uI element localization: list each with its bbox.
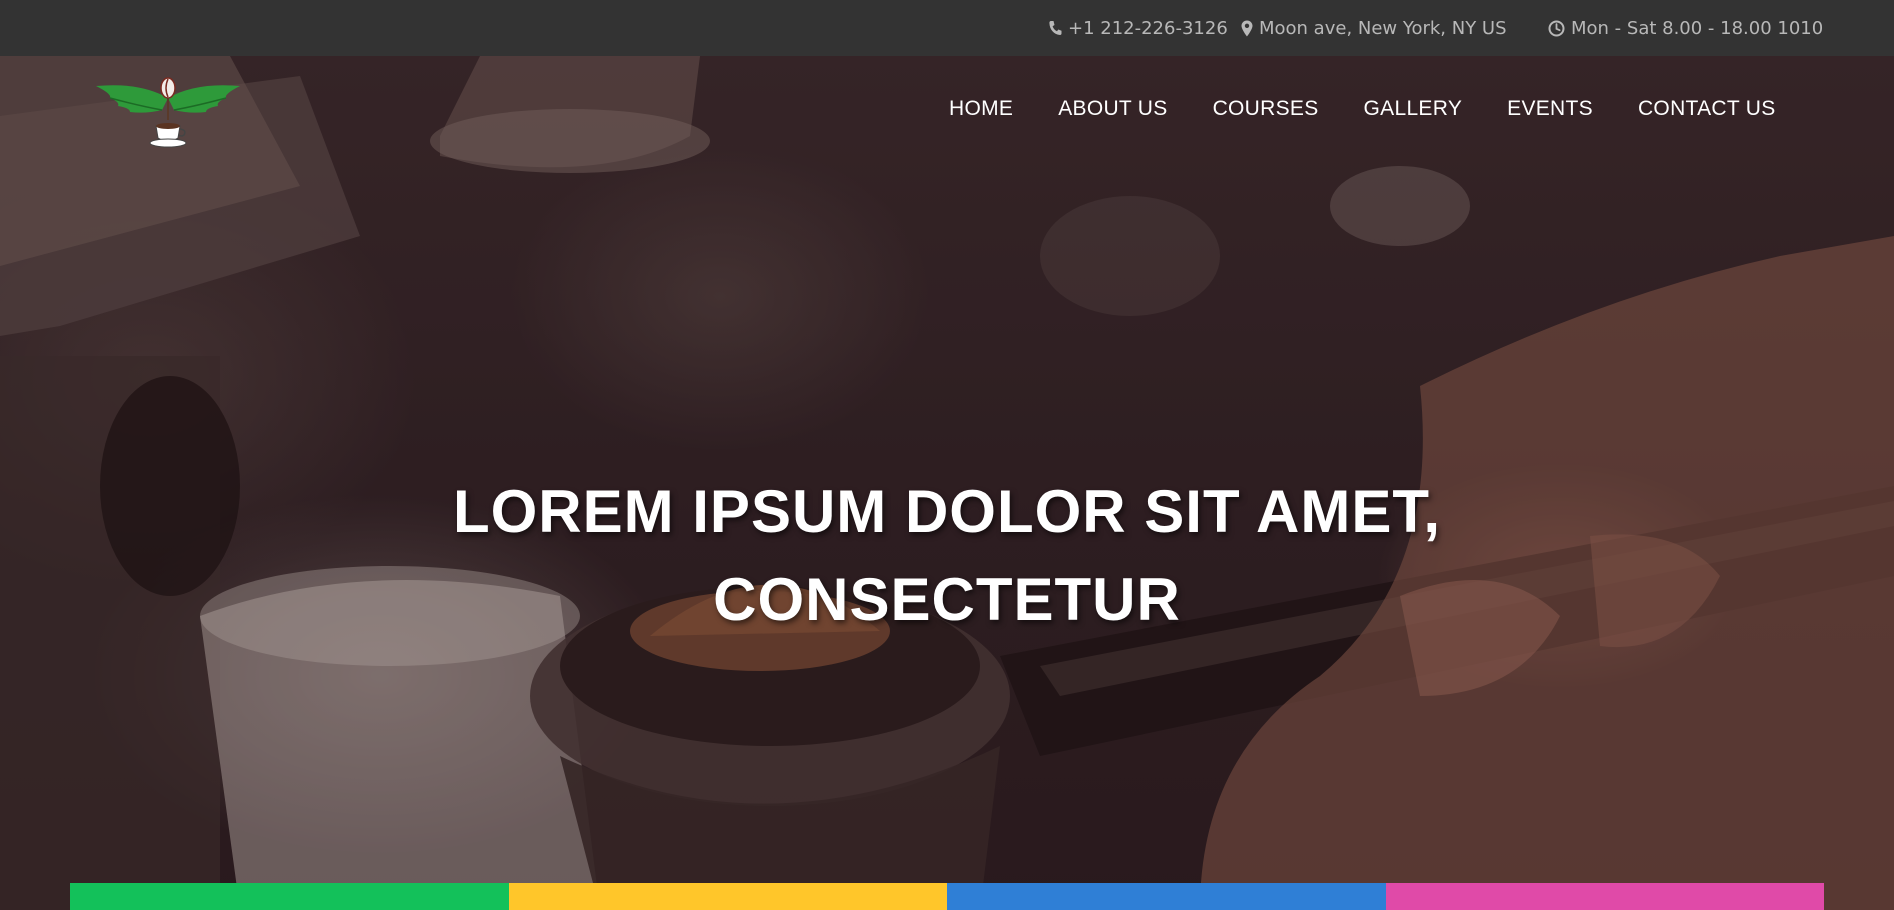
clock-icon: [1548, 20, 1565, 36]
nav-contact-us[interactable]: CONTACT US: [1638, 97, 1776, 121]
map-marker-icon: [1241, 20, 1253, 36]
strip-segment-yellow: [508, 883, 947, 910]
phone-text: +1 212-226-3126: [1068, 17, 1228, 39]
nav-courses[interactable]: COURSES: [1213, 97, 1319, 121]
phone-icon: [1049, 21, 1062, 35]
strip-segment-blue: [947, 883, 1386, 910]
main-nav: HOME ABOUT US COURSES GALLERY EVENTS CON…: [949, 92, 1776, 126]
hero-headline-line-1: LOREM IPSUM DOLOR SIT AMET,: [452, 478, 1442, 545]
address-info: Moon ave, New York, NY US: [1241, 0, 1507, 56]
address-text: Moon ave, New York, NY US: [1259, 17, 1507, 39]
nav-home[interactable]: HOME: [949, 97, 1013, 121]
nav-gallery[interactable]: GALLERY: [1364, 97, 1463, 121]
nav-about-us[interactable]: ABOUT US: [1058, 97, 1167, 121]
coffee-wings-logo-icon: [96, 77, 240, 148]
hero-headline-line-2: CONSECTETUR: [713, 566, 1181, 633]
strip-segment-green: [70, 883, 509, 910]
strip-segment-pink: [1385, 883, 1824, 910]
page: +1 212-226-3126 Moon ave, New York, NY U…: [0, 0, 1894, 910]
hours-info: Mon - Sat 8.00 - 18.00 1010: [1548, 0, 1823, 56]
hero-headline: LOREM IPSUM DOLOR SIT AMET, CONSECTETUR: [0, 468, 1894, 644]
site-logo[interactable]: [90, 76, 246, 154]
hours-text: Mon - Sat 8.00 - 18.00 1010: [1571, 17, 1824, 39]
top-info-bar: +1 212-226-3126 Moon ave, New York, NY U…: [0, 0, 1894, 56]
nav-events[interactable]: EVENTS: [1507, 97, 1593, 121]
phone-info[interactable]: +1 212-226-3126: [1048, 0, 1228, 56]
color-strip: [70, 883, 1824, 910]
